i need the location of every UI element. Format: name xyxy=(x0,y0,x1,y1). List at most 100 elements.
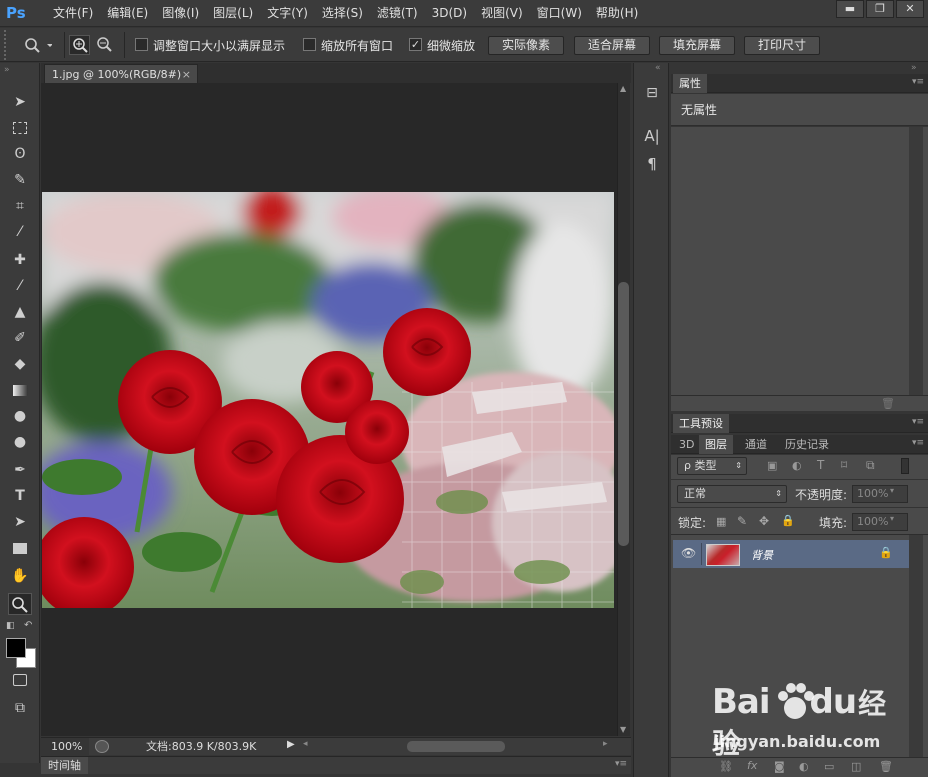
menu-image[interactable]: 图像(I) xyxy=(155,0,206,27)
eyedropper-tool-icon[interactable]: ⁄ xyxy=(8,221,32,243)
hscroll-left-icon[interactable]: ◂ xyxy=(303,739,308,749)
document-tab[interactable]: 1.jpg @ 100%(RGB/8#) × xyxy=(44,64,198,83)
minimize-button[interactable]: ▬ xyxy=(836,0,864,18)
lock-position-icon[interactable]: ✥ xyxy=(759,514,769,528)
resize-windows-checkbox[interactable] xyxy=(135,38,148,51)
scroll-down-icon[interactable]: ▼ xyxy=(620,725,626,734)
blend-mode-select[interactable]: 正常 ⇕ xyxy=(677,485,787,503)
horizontal-scroll-thumb[interactable] xyxy=(407,741,505,752)
document-tab-close-icon[interactable]: × xyxy=(182,65,191,84)
properties-scrollbar[interactable] xyxy=(909,127,923,395)
tab-3d[interactable]: 3D xyxy=(673,435,700,454)
gradient-tool-icon[interactable] xyxy=(8,379,32,401)
layer-filter-kind-select[interactable]: ρ 类型 ⇕ xyxy=(677,457,747,475)
tab-channels[interactable]: 通道 xyxy=(739,435,773,454)
character-panel-icon[interactable]: A| xyxy=(642,127,662,149)
rectangle-tool-icon[interactable] xyxy=(8,537,32,559)
hand-tool-icon[interactable]: ✋ xyxy=(8,565,32,587)
zoom-level-field[interactable]: 100% xyxy=(41,738,89,755)
dodge-tool-icon[interactable]: ● xyxy=(8,431,32,453)
hscroll-right-icon[interactable]: ▸ xyxy=(603,739,608,749)
menu-help[interactable]: 帮助(H) xyxy=(589,0,645,27)
paragraph-panel-icon[interactable]: ¶ xyxy=(642,155,662,177)
menu-3d[interactable]: 3D(D) xyxy=(425,0,474,27)
eraser-tool-icon[interactable]: ◆ xyxy=(8,353,32,375)
tab-properties[interactable]: 属性 xyxy=(673,74,707,93)
brush-tool-icon[interactable]: ⁄ xyxy=(8,275,32,297)
zoom-out-icon[interactable] xyxy=(94,35,115,55)
tab-tool-presets[interactable]: 工具预设 xyxy=(673,414,729,433)
menu-layer[interactable]: 图层(L) xyxy=(206,0,260,27)
options-grip[interactable] xyxy=(4,30,10,60)
watermark-brand-2: du xyxy=(809,682,858,722)
properties-trash-icon[interactable]: 🗑 xyxy=(881,397,895,410)
dock-collapse-arrows-icon[interactable]: « xyxy=(655,63,661,73)
pen-tool-icon[interactable]: ✒ xyxy=(8,459,32,481)
close-button[interactable]: ✕ xyxy=(896,0,924,18)
timeline-menu-icon[interactable]: ▾≡ xyxy=(615,759,627,769)
fill-input[interactable]: 100% xyxy=(852,513,908,531)
status-arrow-icon[interactable]: ▶ xyxy=(287,739,295,750)
clone-stamp-tool-icon[interactable]: ▲ xyxy=(8,301,32,323)
filter-smart-object-icon[interactable]: ⧉ xyxy=(866,458,875,473)
menu-edit[interactable]: 编辑(E) xyxy=(100,0,155,27)
blur-tool-icon[interactable]: ● xyxy=(8,405,32,427)
timeline-tab[interactable]: 时间轴 xyxy=(41,757,88,774)
tool-presets-menu-icon[interactable]: ▾≡ xyxy=(912,417,924,427)
print-size-button[interactable]: 打印尺寸 xyxy=(744,36,820,55)
zoom-tool-preset-icon[interactable] xyxy=(22,36,52,54)
layer-visibility-eye-icon[interactable]: 👁 xyxy=(681,546,696,560)
menu-window[interactable]: 窗口(W) xyxy=(530,0,589,27)
properties-panel-icon[interactable]: ⊟ xyxy=(642,85,662,107)
screen-mode-icon[interactable]: ⧉ xyxy=(8,697,32,719)
scroll-up-icon[interactable]: ▲ xyxy=(620,84,626,93)
crop-tool-icon[interactable]: ⌗ xyxy=(8,195,32,217)
rose-photo[interactable] xyxy=(42,192,614,608)
properties-menu-icon[interactable]: ▾≡ xyxy=(912,77,924,87)
properties-body xyxy=(671,127,928,395)
vertical-scroll-thumb[interactable] xyxy=(618,282,629,546)
lasso-tool-icon[interactable]: ʘ xyxy=(8,143,32,165)
move-tool-icon[interactable]: ➤ xyxy=(8,91,32,113)
menu-view[interactable]: 视图(V) xyxy=(474,0,530,27)
default-colors-icon[interactable]: ◧ xyxy=(6,621,15,631)
filter-shape-icon[interactable]: ⌑ xyxy=(841,458,847,472)
actual-pixels-button[interactable]: 实际像素 xyxy=(488,36,564,55)
filter-pixel-icon[interactable]: ▣ xyxy=(767,459,777,472)
fit-screen-button[interactable]: 适合屏幕 xyxy=(574,36,650,55)
type-tool-icon[interactable]: T xyxy=(8,485,32,507)
lock-transparent-icon[interactable]: ▦ xyxy=(716,515,726,528)
menu-select[interactable]: 选择(S) xyxy=(315,0,370,27)
tab-layers[interactable]: 图层 xyxy=(699,435,733,454)
tab-history[interactable]: 历史记录 xyxy=(779,435,835,454)
filter-type-icon[interactable]: T xyxy=(817,458,824,472)
maximize-button[interactable]: ❐ xyxy=(866,0,894,18)
menu-file[interactable]: 文件(F) xyxy=(46,0,100,27)
quick-mask-icon[interactable] xyxy=(8,669,32,691)
swap-colors-icon[interactable]: ↶ xyxy=(24,620,32,631)
zoom-tool-icon[interactable] xyxy=(8,593,32,615)
layers-menu-icon[interactable]: ▾≡ xyxy=(912,438,924,448)
healing-brush-tool-icon[interactable]: ✚ xyxy=(8,249,32,271)
zoom-all-windows-checkbox[interactable] xyxy=(303,38,316,51)
lock-all-icon[interactable]: 🔒 xyxy=(781,514,795,527)
path-selection-tool-icon[interactable]: ➤ xyxy=(8,511,32,533)
menu-filter[interactable]: 滤镜(T) xyxy=(370,0,425,27)
history-brush-tool-icon[interactable]: ✐ xyxy=(8,327,32,349)
fill-screen-button[interactable]: 填充屏幕 xyxy=(659,36,735,55)
layer-row-background[interactable]: 👁 背景 🔒 xyxy=(673,540,909,568)
collapse-arrows-icon[interactable]: » xyxy=(4,65,10,75)
status-menu-icon[interactable] xyxy=(95,740,109,753)
opacity-input[interactable]: 100% xyxy=(852,485,908,503)
menu-type[interactable]: 文字(Y) xyxy=(260,0,315,27)
quick-selection-tool-icon[interactable]: ✎ xyxy=(8,169,32,191)
layer-name[interactable]: 背景 xyxy=(751,547,773,563)
marquee-tool-icon[interactable] xyxy=(8,117,32,139)
filter-adjustment-icon[interactable]: ◐ xyxy=(792,459,802,472)
foreground-color-swatch[interactable] xyxy=(6,638,26,658)
scrubby-zoom-checkbox[interactable]: ✓ xyxy=(409,38,422,51)
right-collapse-arrows-icon[interactable]: » xyxy=(911,63,917,73)
zoom-in-icon[interactable] xyxy=(69,35,90,55)
filter-toggle-switch[interactable] xyxy=(901,458,909,474)
lock-pixels-icon[interactable]: ✎ xyxy=(737,514,747,528)
